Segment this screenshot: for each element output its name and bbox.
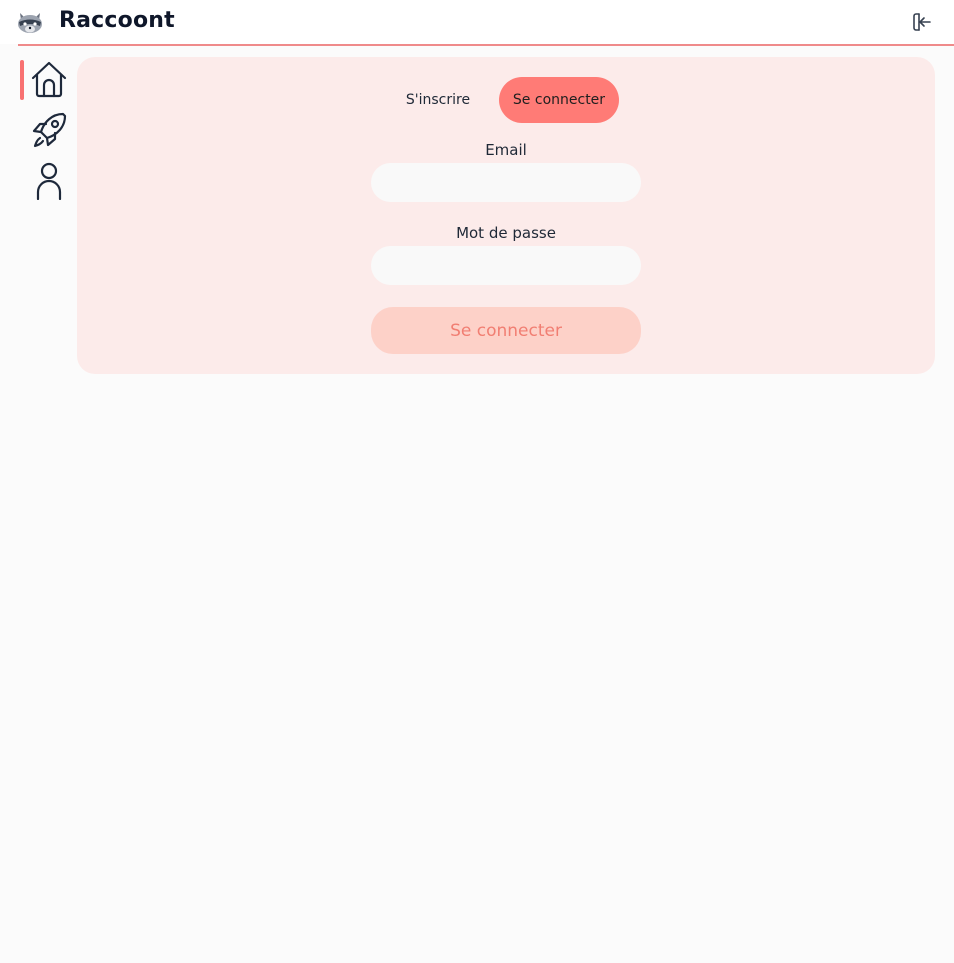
user-icon: [36, 162, 62, 201]
header-divider: [18, 44, 954, 46]
active-nav-indicator: [20, 60, 24, 100]
logout-icon[interactable]: [910, 10, 934, 34]
app-title: Raccoont: [59, 8, 175, 33]
home-icon: [31, 61, 67, 98]
sidebar-item-rocket[interactable]: [30, 110, 68, 150]
password-label: Mot de passe: [456, 224, 556, 242]
email-field[interactable]: [371, 163, 641, 202]
tab-login[interactable]: Se connecter: [499, 77, 619, 123]
top-bar: Raccoont: [0, 0, 954, 44]
login-submit-button[interactable]: Se connecter: [371, 307, 641, 354]
email-label: Email: [485, 141, 527, 159]
sidebar-item-home[interactable]: [30, 59, 68, 99]
password-field[interactable]: [371, 246, 641, 285]
raccoon-logo-icon: [18, 13, 42, 33]
tab-signup[interactable]: S'inscrire: [398, 77, 478, 123]
rocket-icon: [32, 112, 67, 148]
sidebar-item-profile[interactable]: [30, 160, 68, 201]
